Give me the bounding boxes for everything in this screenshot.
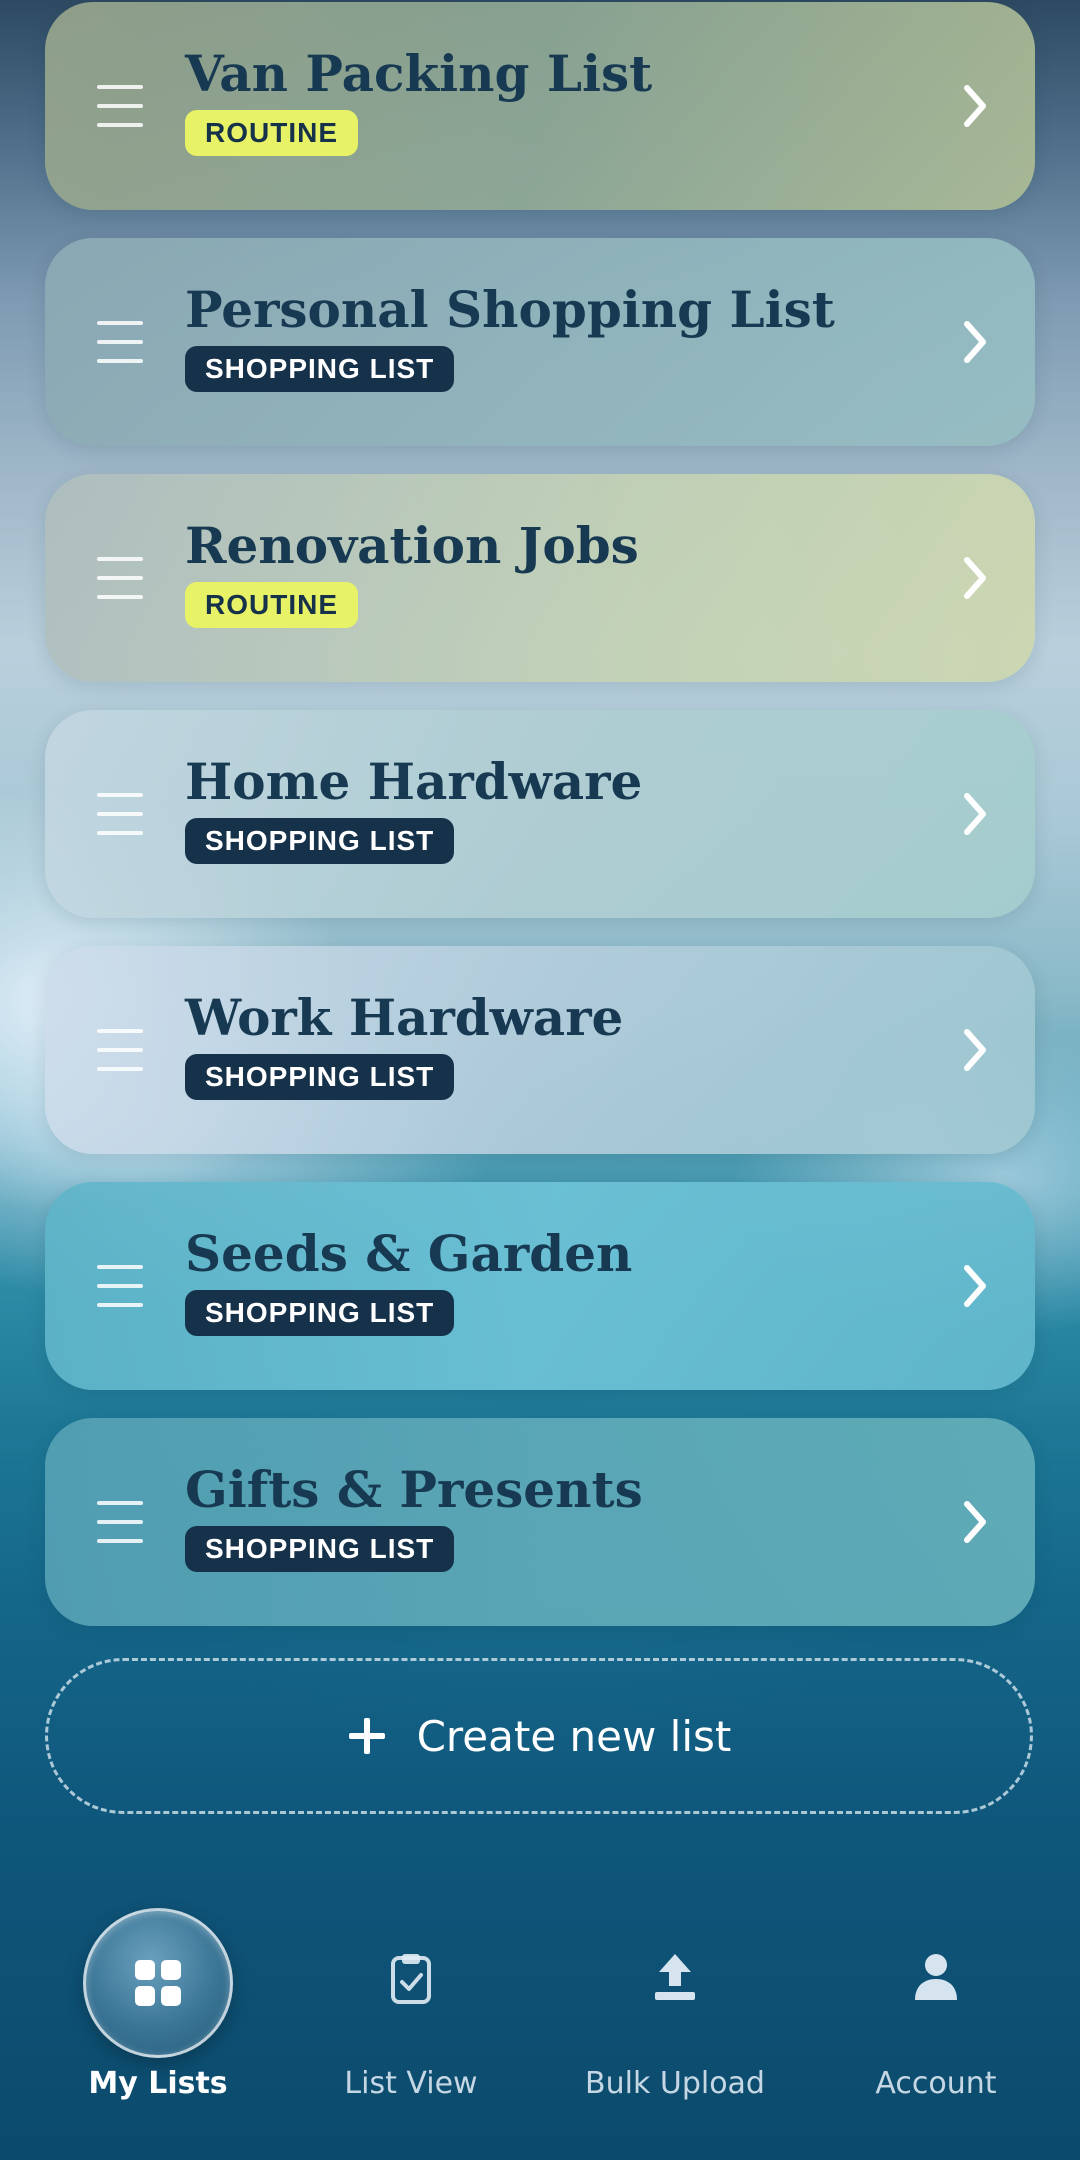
list-type-badge: SHOPPING LIST [185, 1526, 455, 1572]
list-card[interactable]: Gifts & Presents SHOPPING LIST [45, 1418, 1035, 1626]
chevron-right-icon[interactable] [955, 1492, 995, 1552]
active-indicator [83, 1908, 233, 2058]
bottom-navigation: My Lists List View Bulk Upload Account [0, 1880, 1080, 2160]
drag-handle-icon[interactable] [97, 85, 143, 127]
user-icon [915, 1954, 957, 2000]
nav-item-account[interactable]: Account [806, 1880, 1066, 2160]
clipboard-check-icon [391, 1954, 431, 2004]
nav-label: My Lists [88, 2066, 228, 2101]
list-title: Seeds & Garden [185, 1224, 633, 1283]
list-type-badge: ROUTINE [185, 110, 358, 156]
chevron-right-icon[interactable] [955, 548, 995, 608]
drag-handle-icon[interactable] [97, 1029, 143, 1071]
chevron-right-icon[interactable] [955, 312, 995, 372]
drag-handle-icon[interactable] [97, 793, 143, 835]
nav-item-bulk-upload[interactable]: Bulk Upload [545, 1880, 805, 2160]
nav-item-my-lists[interactable]: My Lists [28, 1880, 288, 2160]
list-card[interactable]: Van Packing List ROUTINE [45, 2, 1035, 210]
list-card-content: Personal Shopping List SHOPPING LIST [185, 280, 835, 392]
grid-icon [135, 1960, 181, 2006]
upload-icon [655, 1954, 695, 2000]
list-type-badge: SHOPPING LIST [185, 818, 455, 864]
chevron-right-icon[interactable] [955, 76, 995, 136]
chevron-right-icon[interactable] [955, 784, 995, 844]
list-type-badge: SHOPPING LIST [185, 1054, 455, 1100]
list-card-content: Renovation Jobs ROUTINE [185, 516, 639, 628]
list-title: Personal Shopping List [185, 280, 835, 339]
list-card[interactable]: Home Hardware SHOPPING LIST [45, 710, 1035, 918]
create-new-list-label: Create new list [416, 1711, 732, 1761]
list-card-content: Van Packing List ROUTINE [185, 44, 652, 156]
create-new-list-button[interactable]: Create new list [45, 1658, 1033, 1814]
list-title: Gifts & Presents [185, 1460, 643, 1519]
chevron-right-icon[interactable] [955, 1256, 995, 1316]
drag-handle-icon[interactable] [97, 1501, 143, 1543]
list-type-badge: ROUTINE [185, 582, 358, 628]
list-card[interactable]: Personal Shopping List SHOPPING LIST [45, 238, 1035, 446]
list-type-badge: SHOPPING LIST [185, 346, 455, 392]
nav-label: List View [344, 2066, 478, 2101]
drag-handle-icon[interactable] [97, 557, 143, 599]
list-card-content: Seeds & Garden SHOPPING LIST [185, 1224, 632, 1336]
list-collection: Van Packing List ROUTINE Personal Shoppi… [45, 2, 1035, 1654]
drag-handle-icon[interactable] [97, 321, 143, 363]
list-card-content: Work Hardware SHOPPING LIST [185, 988, 623, 1100]
list-card-content: Home Hardware SHOPPING LIST [185, 752, 642, 864]
list-card[interactable]: Work Hardware SHOPPING LIST [45, 946, 1035, 1154]
list-title: Home Hardware [185, 752, 643, 811]
chevron-right-icon[interactable] [955, 1020, 995, 1080]
list-title: Renovation Jobs [185, 516, 639, 575]
list-card-content: Gifts & Presents SHOPPING LIST [185, 1460, 643, 1572]
list-title: Van Packing List [185, 44, 653, 103]
drag-handle-icon[interactable] [97, 1265, 143, 1307]
nav-label: Account [875, 2066, 997, 2101]
plus-icon [348, 1718, 385, 1754]
list-card[interactable]: Renovation Jobs ROUTINE [45, 474, 1035, 682]
nav-item-list-view[interactable]: List View [281, 1880, 541, 2160]
list-type-badge: SHOPPING LIST [185, 1290, 455, 1336]
list-card[interactable]: Seeds & Garden SHOPPING LIST [45, 1182, 1035, 1390]
nav-label: Bulk Upload [585, 2066, 765, 2101]
list-title: Work Hardware [185, 988, 624, 1047]
